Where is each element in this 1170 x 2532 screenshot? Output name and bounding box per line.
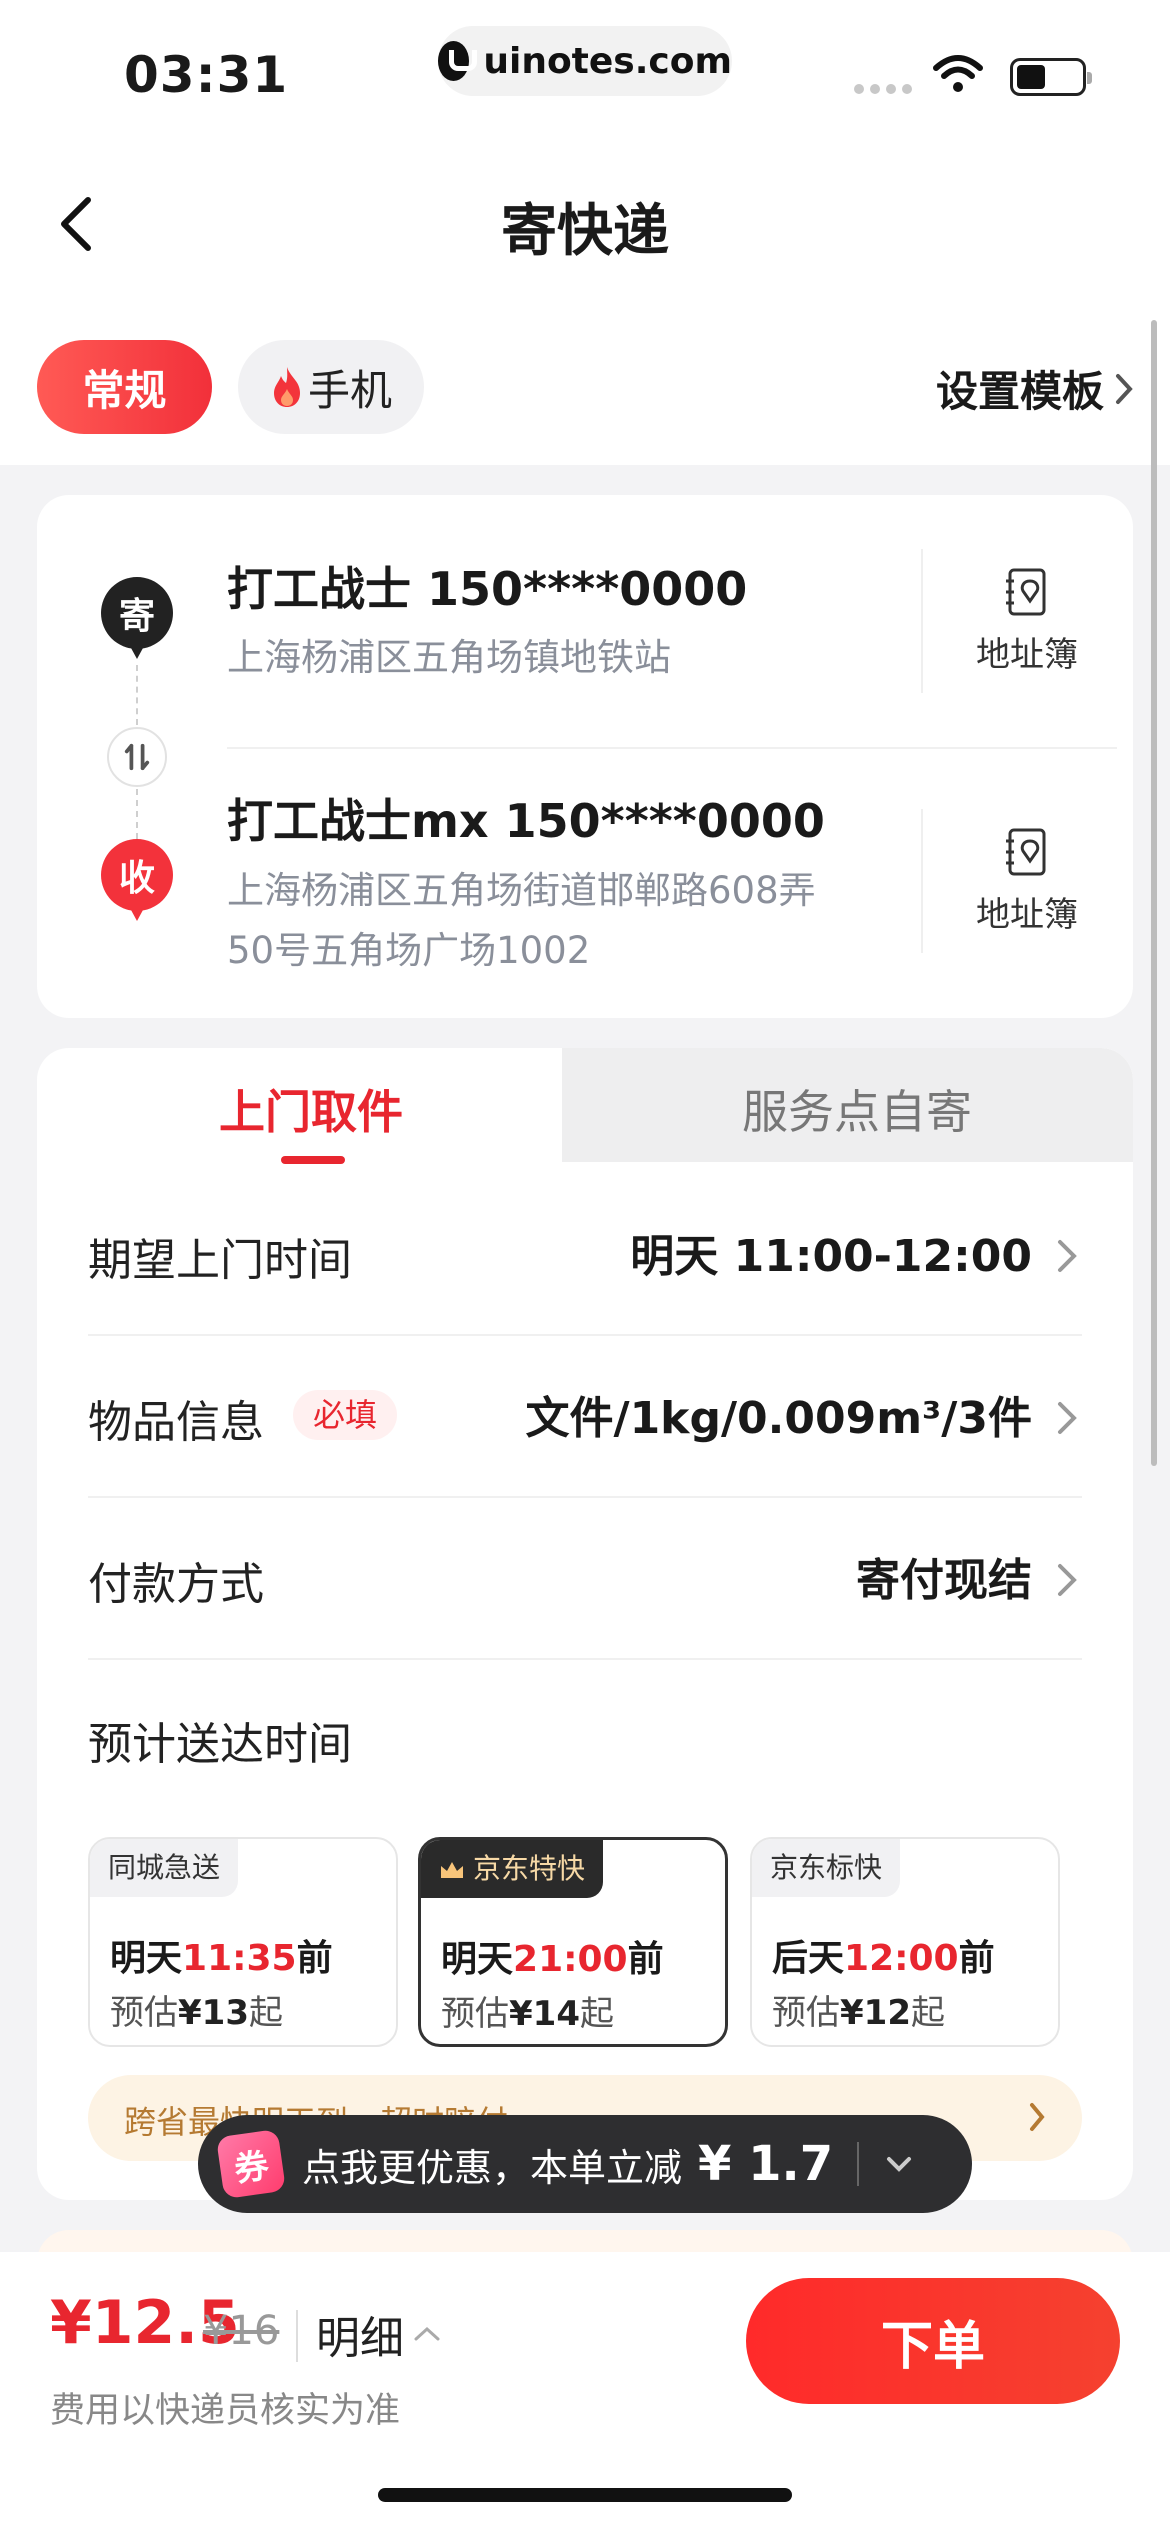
payment-value: 寄付现结 bbox=[856, 1555, 1032, 1606]
option-tag: 同城急送 bbox=[90, 1839, 239, 1897]
chevron-right-icon bbox=[1058, 1564, 1077, 1596]
pickup-time-label: 期望上门时间 bbox=[88, 1235, 352, 1286]
chevron-right-icon bbox=[1030, 2103, 1045, 2131]
url-text: uinotes.com bbox=[483, 40, 732, 82]
crown-icon bbox=[441, 1862, 463, 1878]
option-price: 预估¥12起 bbox=[772, 1993, 945, 2033]
url-pill[interactable]: uinotes.com bbox=[438, 26, 732, 96]
receiver-pin-icon: 收 bbox=[101, 839, 173, 925]
fire-icon bbox=[273, 367, 300, 407]
option-tag: 京东特快 bbox=[421, 1840, 604, 1898]
nav-bar: 寄快递 bbox=[0, 140, 1170, 300]
toast-text: 点我更优惠，本单立减 bbox=[302, 2145, 683, 2190]
battery-icon bbox=[1010, 58, 1092, 96]
goods-info-label: 物品信息 bbox=[88, 1397, 264, 1448]
payment-row[interactable]: 付款方式 寄付现结 bbox=[88, 1498, 1082, 1660]
scrollbar[interactable] bbox=[1151, 320, 1157, 1466]
chevron-up-icon bbox=[414, 2326, 440, 2341]
receiver-address-line2[interactable]: 50号五角场广场1002 bbox=[227, 921, 927, 981]
discount-toast[interactable]: 券 点我更优惠，本单立减 ¥ 1.7 bbox=[198, 2115, 972, 2213]
toast-amount: ¥ 1.7 bbox=[698, 2136, 834, 2192]
pickup-time-row[interactable]: 期望上门时间 明天 11:00-12:00 bbox=[88, 1174, 1082, 1336]
receiver-address-book-button[interactable]: 地址簿 bbox=[957, 827, 1097, 936]
site-logo-icon bbox=[438, 41, 478, 81]
option-price: 预估¥13起 bbox=[110, 1993, 283, 2033]
address-card: 寄 收 打工战士 150****0000 上海杨浦区五角场镇地铁站 地址簿 打工… bbox=[37, 495, 1133, 1018]
chevron-down-icon[interactable] bbox=[883, 2154, 915, 2174]
payment-label: 付款方式 bbox=[88, 1559, 264, 1610]
price-detail-label: 明细 bbox=[316, 2313, 404, 2364]
option-eta: 明天21:00前 bbox=[441, 1939, 664, 1980]
fee-note: 费用以快递员核实为准 bbox=[50, 2391, 401, 2431]
option-eta: 后天12:00前 bbox=[772, 1938, 995, 1979]
filter-chip-regular[interactable]: 常规 bbox=[37, 340, 212, 434]
pickup-time-value: 明天 11:00-12:00 bbox=[630, 1231, 1032, 1282]
required-badge: 必填 bbox=[293, 1390, 398, 1440]
goods-info-row[interactable]: 物品信息 必填 文件/1kg/0.009m³/3件 bbox=[88, 1336, 1082, 1498]
divider-dotted bbox=[136, 789, 138, 839]
original-price: ¥16 bbox=[203, 2308, 280, 2354]
option-tag: 京东标快 bbox=[752, 1839, 901, 1897]
swap-icon[interactable] bbox=[107, 727, 167, 787]
receiver-address-line1[interactable]: 上海杨浦区五角场街道邯郸路608弄 bbox=[227, 861, 927, 921]
coupon-icon: 券 bbox=[215, 2128, 287, 2200]
sender-address-book-button[interactable]: 地址簿 bbox=[957, 567, 1097, 676]
estimate-label: 预计送达时间 bbox=[88, 1719, 352, 1770]
filter-chip-phone-label: 手机 bbox=[307, 365, 392, 415]
sender-name[interactable]: 打工战士 150****0000 bbox=[227, 553, 747, 619]
status-bar: 03:31 uinotes.com bbox=[0, 0, 1170, 140]
goods-info-value: 文件/1kg/0.009m³/3件 bbox=[525, 1393, 1033, 1444]
delivery-option-city-express[interactable]: 同城急送 明天11:35前 预估¥13起 bbox=[88, 1837, 398, 2047]
set-template-label: 设置模板 bbox=[935, 367, 1104, 416]
sender-address[interactable]: 上海杨浦区五角场镇地铁站 bbox=[227, 628, 927, 688]
option-eta: 明天11:35前 bbox=[110, 1938, 333, 1979]
set-template-link[interactable]: 设置模板 bbox=[936, 358, 1134, 419]
home-indicator[interactable] bbox=[378, 2488, 792, 2502]
address-book-icon bbox=[1006, 828, 1046, 876]
chevron-right-icon bbox=[1116, 373, 1133, 404]
receiver-address-book-label: 地址簿 bbox=[976, 895, 1078, 935]
sender-address-book-label: 地址簿 bbox=[976, 635, 1078, 675]
wifi-icon bbox=[933, 55, 983, 92]
tab-self-dropoff[interactable]: 服务点自寄 bbox=[742, 1076, 972, 1142]
place-order-button[interactable]: 下单 bbox=[746, 2278, 1120, 2404]
chevron-right-icon bbox=[1058, 1240, 1077, 1272]
active-tab-indicator bbox=[281, 1156, 345, 1164]
receiver-name[interactable]: 打工战士mx 150****0000 bbox=[227, 785, 825, 851]
divider-dotted bbox=[136, 665, 138, 725]
address-book-icon bbox=[1006, 568, 1046, 616]
delivery-option-jd-express[interactable]: 京东特快 明天21:00前 预估¥14起 bbox=[418, 1837, 728, 2047]
price-detail-button[interactable]: 明细 bbox=[316, 2302, 442, 2366]
option-price: 预估¥14起 bbox=[441, 1994, 614, 2034]
cellular-signal-icon bbox=[854, 84, 912, 94]
chevron-right-icon bbox=[1058, 1402, 1077, 1434]
sender-pin-icon: 寄 bbox=[101, 577, 173, 663]
filter-row: 常规 手机 设置模板 bbox=[0, 300, 1170, 465]
filter-chip-phone[interactable]: 手机 bbox=[238, 340, 424, 434]
status-time: 03:31 bbox=[124, 46, 289, 104]
delivery-option-jd-standard[interactable]: 京东标快 后天12:00前 预估¥12起 bbox=[750, 1837, 1060, 2047]
page-title: 寄快递 bbox=[501, 199, 669, 264]
tab-pickup[interactable]: 上门取件 bbox=[219, 1076, 403, 1142]
